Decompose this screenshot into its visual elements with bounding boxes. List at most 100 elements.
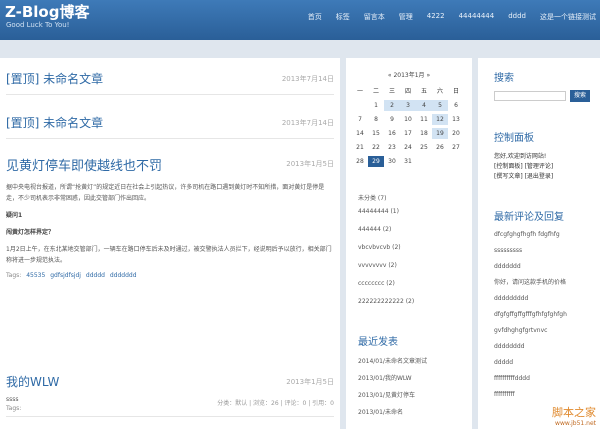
comment-item[interactable]: gvfdhghgfgrtvnvc bbox=[494, 326, 598, 342]
calendar-day[interactable]: 25 bbox=[416, 142, 432, 153]
category-item[interactable]: 222222222222 (2) bbox=[358, 298, 414, 305]
nav-home[interactable]: 首页 bbox=[308, 12, 322, 22]
tag-link[interactable]: gdfsjdfsjdj bbox=[50, 272, 81, 279]
calendar-day[interactable]: 19 bbox=[432, 128, 448, 139]
comment-item[interactable]: ddddddd bbox=[494, 262, 598, 278]
post-title[interactable]: 见黄灯停车即使越线也不罚 bbox=[6, 155, 334, 174]
nav-admin[interactable]: 管理 bbox=[399, 12, 413, 22]
post-subheading: 疑问1 bbox=[6, 212, 23, 219]
nav-item-dddd[interactable]: dddd bbox=[508, 12, 526, 22]
weekday-label: 一 bbox=[356, 88, 363, 95]
comment-item[interactable]: sssssssss bbox=[494, 246, 598, 262]
post-body: 据中央电视台报道，所谓“抢黄灯”的规定近日在社会上引起热议，许多司机在路口遇到黄… bbox=[6, 182, 334, 266]
category-item[interactable]: cccccccc (2) bbox=[358, 280, 414, 287]
comment-item[interactable]: 你好，请问这款手机的价格 bbox=[494, 278, 598, 294]
calendar-day[interactable]: 22 bbox=[368, 142, 384, 153]
calendar-day[interactable]: 31 bbox=[400, 156, 416, 167]
divider bbox=[6, 94, 334, 95]
nav-tags[interactable]: 标签 bbox=[336, 12, 350, 22]
post-paragraph: 据中央电视台报道，所谓“抢黄灯”的规定近日在社会上引起热议，许多司机在路口遇到黄… bbox=[6, 184, 325, 202]
post-tags: Tags: 45535 gdfsjdfsjdj ddddd ddddddd bbox=[6, 272, 334, 279]
post-4: 我的WLW 2013年1月5日 ssss Tags: bbox=[6, 373, 334, 412]
calendar-day: 20 bbox=[452, 130, 460, 137]
post-tags: Tags: bbox=[6, 405, 22, 412]
category-item[interactable]: 44444444 (1) bbox=[358, 208, 414, 215]
divider bbox=[6, 138, 334, 139]
calendar-day[interactable]: 30 bbox=[384, 156, 400, 167]
calendar-grid: 一二三四五六日 1 2 3 4 5 6 7 8 9 10 11 12 13 14 15 16 17 18 19 20 21… bbox=[352, 86, 466, 167]
post-date: 2013年1月5日 bbox=[286, 160, 334, 168]
calendar-day[interactable]: 1 bbox=[368, 100, 384, 111]
search-button[interactable]: 搜索 bbox=[570, 90, 590, 102]
category-item[interactable]: 444444 (2) bbox=[358, 226, 414, 233]
recent-item[interactable]: 2014/01/未命名文章测试 bbox=[358, 356, 427, 365]
calendar-day[interactable]: 29 bbox=[368, 156, 384, 167]
weekday-label: 五 bbox=[420, 88, 427, 95]
category-title[interactable]: 未分类 (7) bbox=[358, 193, 386, 202]
calendar-day: 11 bbox=[420, 116, 428, 123]
post-body: ssss bbox=[6, 396, 19, 403]
comments-title: 最新评论及回复 bbox=[494, 212, 564, 223]
comment-item[interactable]: dfgfgffgffgfffgfhfgfghfgh bbox=[494, 310, 598, 326]
main-content: [置顶] 未命名文章 2013年7月14日 [置顶] 未命名文章 2013年7月… bbox=[0, 58, 340, 429]
calendar-day[interactable]: 23 bbox=[384, 142, 400, 153]
calendar-day: 21 bbox=[356, 144, 364, 151]
welcome-text: 您好,欢迎到访网站! bbox=[494, 153, 547, 160]
post-1: [置顶] 未命名文章 2013年7月14日 bbox=[6, 70, 334, 87]
category-list: 44444444 (1) 444444 (2) vbcvbvcvb (2) vv… bbox=[358, 208, 414, 316]
calendar-day: 6 bbox=[454, 102, 458, 109]
weekday-label: 四 bbox=[404, 88, 411, 95]
recent-title: 最近发表 bbox=[358, 337, 398, 348]
calendar-day: 13 bbox=[452, 116, 460, 123]
tag-link[interactable]: ddddddd bbox=[110, 272, 137, 279]
calendar-day: 9 bbox=[390, 116, 394, 123]
write-links[interactable]: [撰写文章] [退出登录] bbox=[494, 172, 553, 182]
calendar-day: 15 bbox=[372, 130, 380, 137]
recent-item[interactable]: 2013/01/见黄灯停车 bbox=[358, 390, 427, 399]
search-input[interactable] bbox=[494, 91, 566, 101]
tag-link[interactable]: 45535 bbox=[26, 272, 45, 279]
tag-link[interactable]: ddddd bbox=[86, 272, 105, 279]
comment-item[interactable]: ddddd bbox=[494, 358, 598, 374]
calendar-day[interactable]: 2 bbox=[384, 100, 400, 111]
recent-item[interactable]: 2013/01/我的WLW bbox=[358, 373, 427, 382]
calendar-day: 27 bbox=[452, 144, 460, 151]
category-item[interactable]: vbcvbvcvb (2) bbox=[358, 244, 414, 251]
nav-guestbook[interactable]: 留言本 bbox=[364, 12, 385, 22]
comment-item[interactable]: dddddddd bbox=[494, 342, 598, 358]
post-title[interactable]: 我的WLW bbox=[6, 373, 334, 390]
nav-item-4222[interactable]: 4222 bbox=[427, 12, 445, 22]
category-item[interactable]: vvvvvvvv (2) bbox=[358, 262, 414, 269]
watermark: 脚本之家 www.jb51.net bbox=[552, 404, 596, 427]
calendar-day: 14 bbox=[356, 130, 364, 137]
site-logo[interactable]: Z-Blog博客 bbox=[5, 3, 89, 21]
comment-list: dfcgfghgfhgfh fdgfhfg sssssssss ddddddd … bbox=[494, 230, 598, 406]
weekday-label: 二 bbox=[372, 88, 379, 95]
admin-links[interactable]: [控制面板] [管理评论] bbox=[494, 162, 553, 172]
calendar-day: 18 bbox=[420, 130, 428, 137]
site-slogan: Good Luck To You! bbox=[6, 21, 70, 29]
control-panel-links: 您好,欢迎到访网站! [控制面板] [管理评论] [撰写文章] [退出登录] bbox=[494, 152, 553, 182]
calendar-day[interactable]: 3 bbox=[400, 100, 416, 111]
calendar-day[interactable]: 12 bbox=[432, 114, 448, 125]
weekday-label: 六 bbox=[436, 88, 443, 95]
main-nav: 首页 标签 留言本 管理 4222 44444444 dddd 这是一个链接测试 bbox=[308, 12, 596, 22]
comment-item[interactable]: ddddddddd bbox=[494, 294, 598, 310]
comment-item[interactable]: ffffffffffdddd bbox=[494, 374, 598, 390]
comment-item[interactable]: dfcgfghgfhgfh fdgfhfg bbox=[494, 230, 598, 246]
calendar-day[interactable]: 26 bbox=[432, 142, 448, 153]
right-sidebar: 搜索 搜索 控制面板 您好,欢迎到访网站! [控制面板] [管理评论] [撰写文… bbox=[478, 58, 600, 429]
calendar-title[interactable]: « 2013年1月 » bbox=[346, 70, 472, 79]
calendar-day[interactable]: 5 bbox=[432, 100, 448, 111]
post-date: 2013年1月5日 bbox=[286, 378, 334, 386]
post-subheading: 闯黄灯怎样界定？ bbox=[6, 229, 55, 236]
watermark-title: 脚本之家 bbox=[552, 406, 596, 419]
calendar-day: 17 bbox=[404, 130, 412, 137]
calendar-day[interactable]: 24 bbox=[400, 142, 416, 153]
post-2: [置顶] 未命名文章 2013年7月14日 bbox=[6, 114, 334, 131]
post-3: 见黄灯停车即使越线也不罚 2013年1月5日 据中央电视台报道，所谓“抢黄灯”的… bbox=[6, 155, 334, 407]
calendar-day[interactable]: 4 bbox=[416, 100, 432, 111]
nav-link-test[interactable]: 这是一个链接测试 bbox=[540, 12, 596, 22]
recent-item[interactable]: 2013/01/未命名 bbox=[358, 407, 427, 416]
nav-item-444[interactable]: 44444444 bbox=[459, 12, 495, 22]
